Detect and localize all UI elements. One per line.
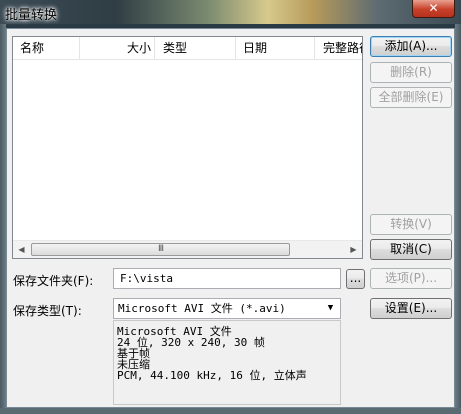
column-header-name[interactable]: 名称 [20,37,80,59]
window-title: 批量转换 [5,8,58,23]
batch-convert-dialog: 批量转换 ✕ 名称 大小 类型 日期 完整路径 ◀ III ▶ 添加(A)...… [0,0,461,414]
window-frame-right [455,24,461,414]
save-type-select[interactable]: Microsoft AVI 文件 (*.avi) ▼ [113,298,341,319]
arrow-right-icon[interactable]: ▶ [345,241,362,258]
file-list[interactable]: 名称 大小 类型 日期 完整路径 ◀ III ▶ [12,36,363,259]
save-type-label: 保存类型(T): [13,304,82,318]
browse-button[interactable]: ... [346,269,365,289]
format-info-line: 24 位, 320 x 240, 30 帧 [117,336,265,349]
cancel-button[interactable]: 取消(C) [370,239,452,260]
list-header: 名称 大小 类型 日期 完整路径 [13,37,362,60]
close-icon: ✕ [428,1,439,15]
delete-all-button[interactable]: 全部删除(E) [370,87,452,108]
delete-button[interactable]: 删除(R) [370,62,452,83]
settings-button[interactable]: 设置(E)... [370,298,452,319]
save-folder-input[interactable]: F:\vista [113,268,341,289]
scrollbar-thumb[interactable]: III [31,243,290,256]
options-button[interactable]: 选项(P)... [370,268,452,289]
column-header-type[interactable]: 类型 [163,37,233,59]
column-header-size[interactable]: 大小 [80,37,153,59]
arrow-left-icon[interactable]: ◀ [13,241,30,258]
horizontal-scrollbar[interactable]: ◀ III ▶ [13,240,362,258]
format-info-line: PCM, 44.100 kHz, 16 位, 立体声 [117,369,307,382]
column-divider[interactable] [235,37,236,59]
column-divider[interactable] [154,37,155,59]
format-info-line: 基于帧 [117,347,150,360]
column-header-full-path[interactable]: 完整路径 [323,37,362,59]
save-type-selected-value: Microsoft AVI 文件 (*.avi) [118,302,286,315]
window-frame-bottom [0,408,461,414]
title-bar[interactable]: 批量转换 ✕ [0,0,461,24]
format-info-panel: Microsoft AVI 文件 24 位, 320 x 240, 30 帧 基… [113,320,341,405]
add-button[interactable]: 添加(A)... [370,36,452,57]
save-folder-label: 保存文件夹(F): [13,274,94,288]
close-button[interactable]: ✕ [412,0,455,18]
column-header-date[interactable]: 日期 [243,37,313,59]
convert-button[interactable]: 转换(V) [370,214,452,235]
scrollbar-grip: III [158,244,164,254]
column-divider[interactable] [314,37,315,59]
chevron-down-icon[interactable]: ▼ [322,300,339,317]
